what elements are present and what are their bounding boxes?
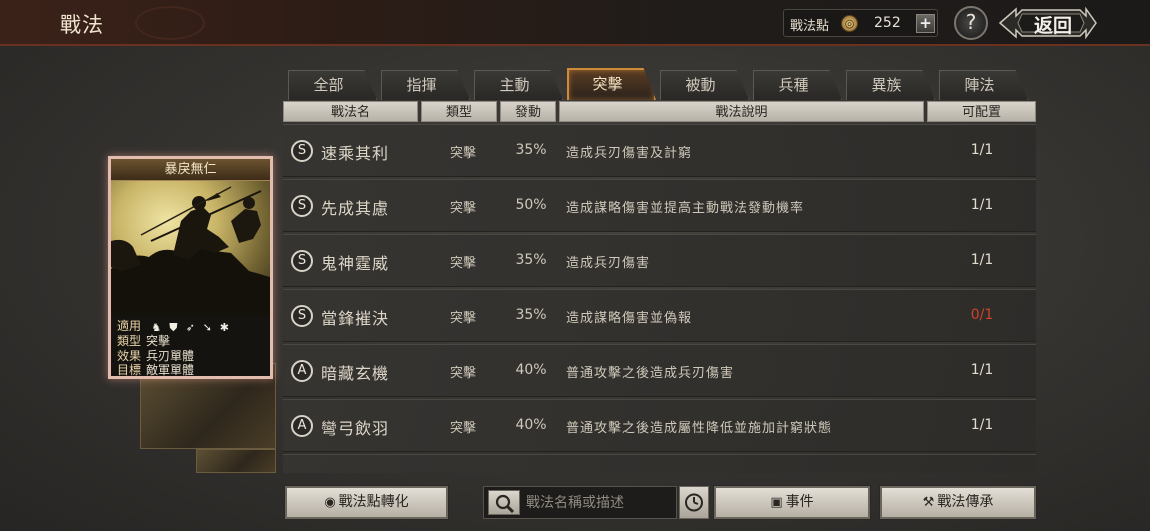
tactic-points-value: 252 [874, 15, 901, 31]
tactic-points-display: 戰法點 ◎ 252 + [783, 9, 938, 37]
inherit-tactic-button[interactable]: ⚒ 戰法傳承 [880, 486, 1036, 519]
tactic-count: 0/1 [970, 307, 994, 323]
tactic-type: 突擊 [449, 256, 476, 271]
grade-badge: S [291, 250, 313, 272]
grade-badge: S [291, 305, 313, 327]
tactic-description: 造成謀略傷害並提高主動戰法發動機率 [566, 201, 805, 216]
tactic-count: 1/1 [970, 362, 994, 378]
convert-points-button[interactable]: ◉ 戰法點轉化 [285, 486, 448, 519]
tactic-count: 1/1 [970, 417, 994, 433]
tactic-description: 造成兵刃傷害及計窮 [566, 146, 693, 161]
search-button[interactable] [488, 490, 520, 515]
tactic-row[interactable]: S 鬼神霆威 突擊 35% 造成兵刃傷害 1/1 [283, 234, 1036, 287]
tactic-rate: 40% [515, 417, 547, 433]
convert-icon: ◉ [324, 495, 336, 510]
event-icon: ▣ [770, 495, 783, 510]
tactic-row[interactable]: A 暗藏玄機 突擊 40% 普通攻擊之後造成兵刃傷害 1/1 [283, 344, 1036, 397]
column-header-name[interactable]: 戰法名 [283, 101, 418, 122]
tab-active[interactable]: 主動 [474, 70, 563, 100]
tab-foreign[interactable]: 異族 [846, 70, 935, 100]
tab-passive[interactable]: 被動 [660, 70, 749, 100]
card-title: 暴戾無仁 [111, 159, 270, 181]
grade-badge: S [291, 140, 313, 162]
card-target-row: 目標 敵軍單體 [117, 361, 194, 378]
grade-badge: S [291, 195, 313, 217]
top-bar: 戰法 戰法點 ◎ 252 + ? 返回 [0, 0, 1150, 46]
back-label: 返回 [1033, 15, 1072, 37]
grade-badge: A [291, 415, 313, 437]
card-info-panel: 適用 ♞ ⛊ ➶ ➘ ✱ 類型 突擊 效果 兵刃單體 目標 敵軍單體 [111, 315, 270, 378]
card-back-2 [196, 449, 276, 473]
tactic-name: 當鋒摧決 [321, 309, 390, 328]
tactic-count: 1/1 [970, 142, 994, 158]
header-ornament [135, 6, 205, 40]
hammer-icon: ⚒ [922, 495, 935, 510]
inherit-tactic-label: 戰法傳承 [937, 494, 994, 510]
card-applies-label: 適用 [117, 319, 142, 333]
tactic-type: 突擊 [449, 201, 476, 216]
tactic-row[interactable]: S 先成其慮 突擊 50% 造成謀略傷害並提高主動戰法發動機率 1/1 [283, 179, 1036, 232]
tactic-name: 暗藏玄機 [321, 364, 390, 383]
tactic-rate: 40% [515, 362, 547, 378]
column-header-description: 戰法說明 [559, 101, 924, 122]
tactic-name: 先成其慮 [321, 199, 390, 218]
bow-icon: ➶ [185, 320, 195, 334]
history-button[interactable] [679, 486, 709, 519]
card-target-value: 敵軍單體 [146, 363, 195, 377]
tactic-list[interactable]: S 速乘其利 突擊 35% 造成兵刃傷害及計窮 1/1 S 先成其慮 突擊 50… [283, 124, 1036, 473]
add-points-button[interactable]: + [916, 14, 935, 33]
coin-icon: ◎ [841, 15, 858, 32]
spear-icon: ➘ [202, 320, 212, 334]
tactic-row[interactable]: S 當鋒摧決 突擊 35% 造成謀略傷害並偽報 0/1 [283, 289, 1036, 342]
card-type-label: 類型 [117, 334, 142, 348]
tactic-count: 1/1 [970, 197, 994, 213]
tactic-name: 鬼神霆威 [321, 254, 390, 273]
page-title: 戰法 [60, 13, 104, 37]
cavalry-charge-illustration [111, 186, 270, 315]
tactic-points-label: 戰法點 [790, 19, 830, 34]
convert-points-label: 戰法點轉化 [338, 494, 409, 510]
tactic-type: 突擊 [449, 366, 476, 381]
tactic-rate: 50% [515, 197, 547, 213]
tactic-type: 突擊 [449, 421, 476, 436]
tactic-description: 普通攻擊之後造成屬性降低並施加計窮狀態 [566, 421, 833, 436]
tactic-name: 速乘其利 [321, 144, 390, 163]
event-label: 事件 [785, 494, 814, 510]
tactic-count: 1/1 [970, 252, 994, 268]
tab-all[interactable]: 全部 [288, 70, 377, 100]
tab-formation[interactable]: 陣法 [939, 70, 1028, 100]
column-header-rate[interactable]: 發動 [500, 101, 556, 122]
search-bar[interactable] [483, 486, 677, 519]
wheel-icon: ✱ [219, 320, 229, 334]
search-icon [495, 494, 515, 514]
card-target-label: 目標 [117, 363, 142, 377]
tactic-rate: 35% [515, 252, 547, 268]
tactic-rate: 35% [515, 307, 547, 323]
tactic-row[interactable]: A 彎弓飲羽 突擊 40% 普通攻擊之後造成屬性降低並施加計窮狀態 1/1 [283, 399, 1036, 452]
tactic-row[interactable]: S 速乘其利 突擊 35% 造成兵刃傷害及計窮 1/1 [283, 124, 1036, 177]
tactic-row-partial[interactable] [283, 454, 1036, 473]
help-button[interactable]: ? [954, 6, 988, 40]
tactic-description: 普通攻擊之後造成兵刃傷害 [566, 366, 735, 381]
selected-tactic-card[interactable]: 暴戾無仁 適用 ♞ ⛊ ➶ ➘ ✱ 類型 突擊 效果 兵刃單體 目標 敵軍單體 [108, 156, 273, 379]
column-header-type[interactable]: 類型 [421, 101, 497, 122]
tactic-description: 造成謀略傷害並偽報 [566, 311, 693, 326]
tactic-name: 彎弓飲羽 [321, 419, 390, 438]
tab-assault[interactable]: 突擊 [567, 68, 656, 100]
back-button[interactable]: 返回 [998, 6, 1098, 40]
tactic-type: 突擊 [449, 311, 476, 326]
tactic-description: 造成兵刃傷害 [566, 256, 651, 271]
clock-icon [685, 493, 703, 512]
tab-troop-type[interactable]: 兵種 [753, 70, 842, 100]
search-input[interactable] [526, 492, 674, 514]
tab-command[interactable]: 指揮 [381, 70, 470, 100]
card-type-value: 突擊 [146, 334, 171, 348]
event-button[interactable]: ▣ 事件 [714, 486, 870, 519]
tactic-rate: 35% [515, 142, 547, 158]
column-header-count[interactable]: 可配置 [927, 101, 1036, 122]
tactic-type: 突擊 [449, 146, 476, 161]
grade-badge: A [291, 360, 313, 382]
card-artwork [111, 181, 270, 315]
